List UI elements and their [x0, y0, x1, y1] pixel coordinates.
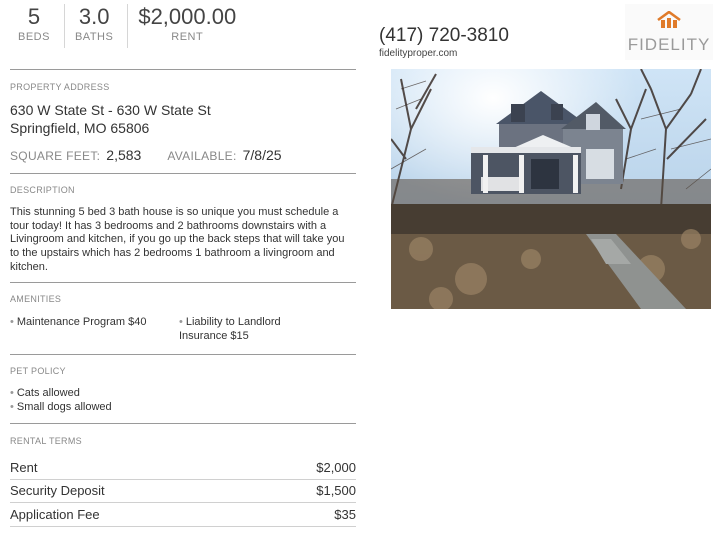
property-address-heading: PROPERTY ADDRESS	[10, 82, 110, 92]
description-text: This stunning 5 bed 3 bath house is so u…	[10, 206, 345, 273]
term-value: $2,000	[316, 459, 356, 475]
table-row: Application Fee $35	[10, 503, 356, 527]
baths-label: BATHS	[74, 31, 114, 43]
logo-wordmark: FIDELITY	[627, 35, 711, 54]
rent-label: RENT	[171, 31, 204, 43]
bullet-icon: •	[10, 401, 14, 413]
bullet-icon: •	[10, 316, 14, 328]
baths-stat: 3.0 BATHS	[63, 4, 127, 48]
description-heading: DESCRIPTION	[10, 185, 75, 195]
term-value: $35	[334, 506, 356, 522]
pet-policy-list: • Cats allowed • Small dogs allowed	[10, 386, 112, 414]
divider	[10, 69, 356, 70]
beds-value: 5	[27, 4, 41, 29]
amenities-heading: AMENITIES	[10, 294, 62, 304]
property-photo	[391, 69, 711, 309]
sqft-value: 2,583	[106, 147, 142, 163]
available-label: AVAILABLE:	[167, 149, 237, 163]
listing-stats: 5 BEDS 3.0 BATHS $2,000.00 RENT	[10, 4, 250, 48]
property-address: 630 W State St - 630 W State St Springfi…	[10, 101, 211, 137]
beds-label: BEDS	[18, 31, 50, 43]
rental-terms-heading: RENTAL TERMS	[10, 436, 82, 446]
address-line-1: 630 W State St - 630 W State St	[10, 102, 211, 118]
divider	[10, 282, 356, 283]
divider	[10, 173, 356, 174]
contact-phone[interactable]: (417) 720-3810	[379, 25, 509, 47]
fidelity-logo: FIDELITY	[625, 4, 713, 60]
beds-stat: 5 BEDS	[10, 4, 64, 48]
amenity-item: • Maintenance Program $40	[10, 316, 147, 328]
contact-website[interactable]: fidelityproper.com	[379, 48, 457, 59]
term-label: Security Deposit	[10, 483, 105, 499]
table-row: Rent $2,000	[10, 456, 356, 480]
rental-terms-table: Rent $2,000 Security Deposit $1,500 Appl…	[10, 456, 356, 527]
table-row: Security Deposit $1,500	[10, 480, 356, 503]
pet-policy-item: • Small dogs allowed	[10, 401, 112, 413]
rent-value: $2,000.00	[138, 4, 237, 29]
amenity-item: • Liability to Landlord Insurance $15	[179, 316, 281, 342]
pet-policy-heading: PET POLICY	[10, 366, 66, 376]
term-label: Rent	[10, 459, 38, 475]
available-value: 7/8/25	[242, 147, 282, 163]
term-label: Application Fee	[10, 506, 100, 522]
divider	[10, 354, 356, 355]
rent-stat: $2,000.00 RENT	[127, 4, 250, 48]
house-logo-icon	[657, 11, 681, 28]
divider	[10, 423, 356, 424]
term-value: $1,500	[316, 483, 356, 499]
bullet-icon: •	[179, 316, 183, 328]
bullet-icon: •	[10, 387, 14, 399]
pet-policy-item: • Cats allowed	[10, 387, 80, 399]
property-facts: SQUARE FEET: 2,583 AVAILABLE: 7/8/25	[10, 147, 282, 163]
baths-value: 3.0	[78, 4, 110, 29]
address-line-2: Springfield, MO 65806	[10, 120, 150, 136]
sqft-label: SQUARE FEET:	[10, 149, 101, 163]
